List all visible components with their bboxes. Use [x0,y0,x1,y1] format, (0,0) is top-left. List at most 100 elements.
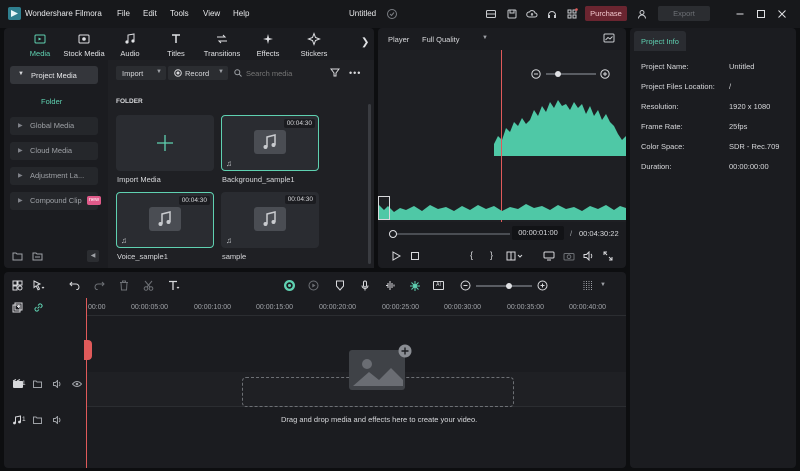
zoom-slider[interactable] [546,71,596,77]
eye-icon[interactable] [72,380,82,388]
undo-icon[interactable] [69,281,80,290]
cloud-upload-icon[interactable] [526,8,538,20]
minimize-icon[interactable] [734,8,746,20]
progress-handle[interactable] [389,230,397,238]
tab-stock-media[interactable]: Stock Media [60,32,108,58]
layout-icon[interactable] [485,8,497,20]
tab-audio[interactable]: Audio [106,32,154,58]
sidebar-item-adjustment-layer[interactable]: ▶ Adjustment La... [10,167,98,185]
zoom-slider-handle[interactable] [555,71,561,77]
more-options-icon[interactable]: ••• [349,68,361,78]
media-card-voice-sample1[interactable]: 00:04:30 ♫ [116,192,214,248]
menu-file[interactable]: File [117,9,130,18]
zoom-out-icon[interactable] [531,69,541,79]
magnet-snap-icon[interactable] [409,280,421,292]
delete-icon[interactable] [119,280,129,291]
timeline-zoom-slider[interactable] [476,283,532,289]
mute-icon[interactable] [53,416,63,424]
account-icon[interactable] [636,8,648,20]
timeline-zoom-handle[interactable] [506,283,512,289]
menu-help[interactable]: Help [233,9,249,18]
record-dropdown[interactable]: Record ▼ [168,66,228,80]
marker-shield-icon[interactable] [335,280,345,291]
export-button[interactable]: Export [658,6,710,21]
tab-transitions[interactable]: Transitions [198,32,246,58]
media-scrollbar[interactable] [368,104,371,264]
chevron-down-icon[interactable]: ▼ [600,282,606,288]
headset-icon[interactable] [546,8,558,20]
sidebar-item-folder[interactable]: Folder [41,97,62,106]
audio-waveform-preview [494,96,626,156]
timeline-zoom-in-icon[interactable] [537,280,548,291]
render-play-icon[interactable] [308,280,319,291]
menu-tools[interactable]: Tools [170,9,189,18]
mute-icon[interactable] [53,380,63,388]
audio-stretch-icon[interactable] [385,280,397,291]
lock-folder-icon[interactable] [33,380,42,388]
quality-dropdown[interactable]: Full Quality ▼ [422,32,494,46]
timeline-playhead-handle[interactable] [84,340,92,360]
filter-icon[interactable] [330,68,341,77]
collapse-sidebar-button[interactable]: ◀ [87,250,99,262]
sidebar-item-compound-clip[interactable]: ▶ Compound Clip new [10,192,102,210]
tab-titles[interactable]: Titles [152,32,200,58]
timeline-zoom-out-icon[interactable] [460,280,471,291]
new-folder-icon[interactable] [12,251,23,261]
sparkle-icon [261,32,275,46]
select-tool-icon[interactable] [33,280,45,291]
tab-project-info[interactable]: Project Info [634,31,686,51]
search-input[interactable] [246,66,322,80]
timeline-playhead-line[interactable] [86,298,87,468]
ai-tools-icon[interactable]: AI [433,281,444,290]
tab-media[interactable]: Media [16,32,64,58]
music-note-icon: ♫ [121,236,127,245]
import-dropdown[interactable]: Import ▼ [116,66,166,80]
monitor-icon[interactable] [543,251,555,261]
tabs-scroll-right-icon[interactable]: ❯ [361,37,369,48]
media-card-background-sample1[interactable]: 00:04:30 ♫ [221,115,319,171]
add-track-icon[interactable] [12,302,23,313]
sidebar-item-cloud-media[interactable]: ▶ Cloud Media [10,142,98,160]
maximize-icon[interactable] [755,8,767,20]
folder-icon[interactable] [32,251,43,261]
tab-effects[interactable]: Effects [244,32,292,58]
insert-clip-icon[interactable] [506,251,524,261]
purchase-button[interactable]: Purchase [585,6,627,21]
tab-stickers[interactable]: Stickers [290,32,338,58]
menu-edit[interactable]: Edit [143,9,157,18]
microphone-icon[interactable] [360,280,370,291]
current-time-display[interactable]: 00:00:01:00 [512,226,564,240]
media-card-sample[interactable]: 00:04:30 ♫ [221,192,319,248]
mark-out-icon[interactable]: } [490,250,493,260]
snapshot-icon[interactable] [603,33,615,43]
camera-icon[interactable] [563,251,575,261]
playback-progress-bar[interactable] [389,230,510,238]
redo-icon[interactable] [94,281,105,290]
play-icon[interactable] [391,251,401,261]
save-icon[interactable] [506,8,518,20]
volume-icon[interactable] [583,251,595,261]
ruler-label: 00:00:40:00 [569,304,606,311]
multi-track-icon[interactable] [12,280,23,291]
split-scissors-icon[interactable] [143,280,154,291]
info-label: Duration: [641,162,672,171]
grid-view-icon[interactable] [583,280,593,291]
zoom-in-icon[interactable] [600,69,610,79]
sidebar-item-project-media[interactable]: ▼ Project Media [10,66,98,84]
stop-icon[interactable] [410,251,420,261]
close-icon[interactable] [776,8,788,20]
fullscreen-icon[interactable] [603,251,613,261]
lock-folder-icon[interactable] [33,416,42,424]
menu-view[interactable]: View [203,9,220,18]
mark-in-icon[interactable]: { [470,250,473,260]
media-label: Background_sample1 [222,175,295,184]
import-media-card[interactable] [116,115,214,171]
text-tool-icon[interactable] [168,280,180,291]
link-icon[interactable] [33,302,44,313]
apps-grid-icon[interactable] [566,8,578,20]
info-value: 25fps [729,122,748,131]
chevron-down-icon: ▼ [482,35,488,41]
record-icon [174,69,182,77]
smart-render-icon[interactable] [283,279,296,292]
sidebar-item-global-media[interactable]: ▶ Global Media [10,117,98,135]
